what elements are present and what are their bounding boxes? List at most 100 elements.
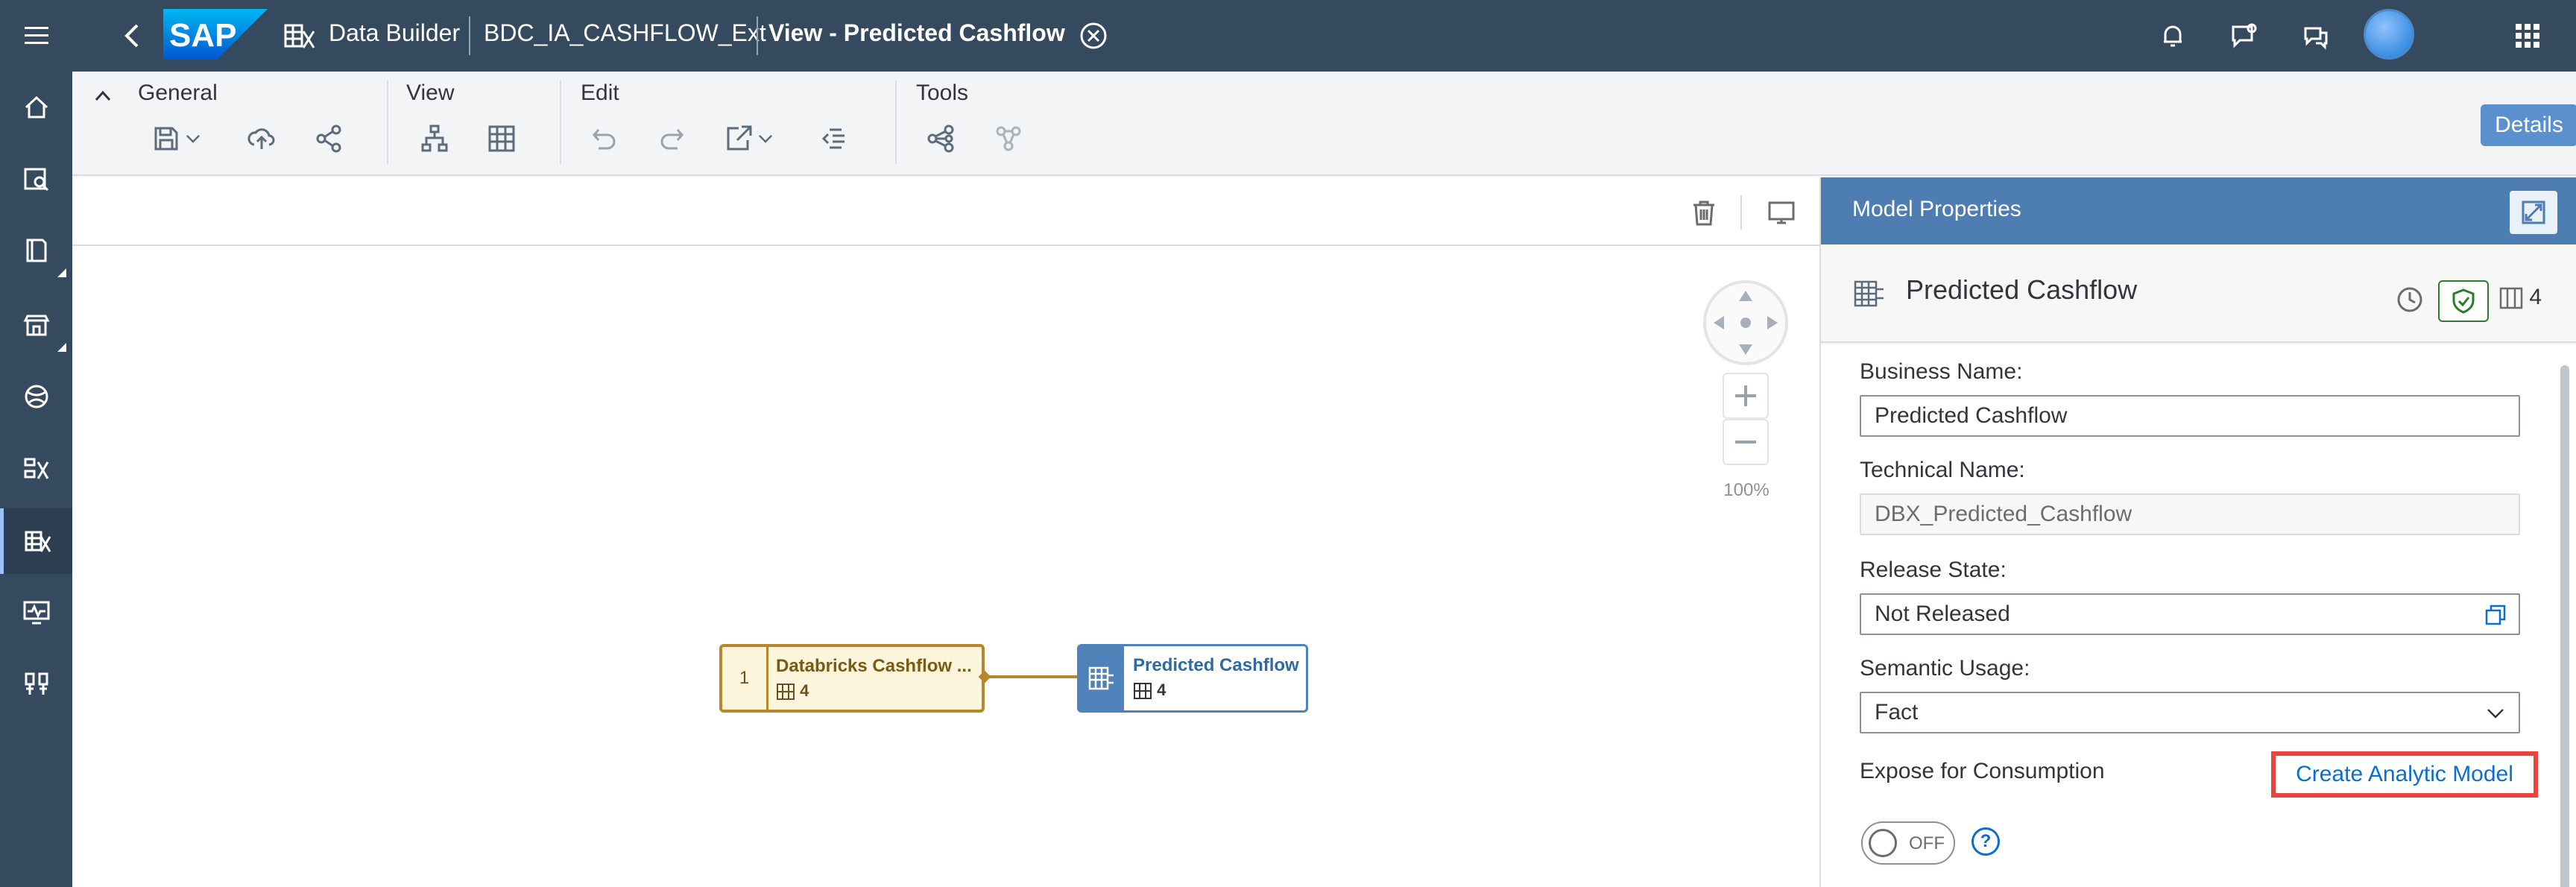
technical-name-label: Technical Name:: [1860, 458, 2025, 482]
diagram-canvas[interactable]: 100% 1 Databricks Cashflow ... 4 Predict…: [72, 177, 1819, 887]
sap-logo[interactable]: SAP: [163, 9, 268, 60]
details-button[interactable]: Details: [2481, 104, 2576, 146]
toolbar-separator: [895, 81, 897, 164]
panel-header-title: Model Properties: [1852, 197, 2021, 221]
catalog-search-icon[interactable]: [0, 146, 72, 212]
editor-toolbar: General View Edit Tools Details: [72, 72, 2576, 176]
release-state-value: Not Released: [1875, 602, 2010, 626]
impact-analysis-icon[interactable]: [986, 116, 1031, 161]
feedback-icon[interactable]: [2225, 16, 2264, 55]
toolbar-group-tools: Tools: [916, 81, 969, 105]
repository-icon[interactable]: [0, 218, 72, 283]
business-name-label: Business Name:: [1860, 359, 2023, 384]
node-connector: [985, 675, 1077, 678]
canvas-toolbar: [72, 177, 1819, 246]
view-table-icon: [1079, 646, 1124, 710]
breadcrumb-space[interactable]: BDC_IA_CASHFLOW_Ext: [484, 19, 766, 47]
data-integration-monitor-icon[interactable]: [0, 580, 72, 645]
toolbar-separator: [387, 81, 388, 164]
release-state-input[interactable]: Not Released: [1860, 593, 2520, 635]
collapse-toolbar-chevron-icon[interactable]: [90, 83, 116, 109]
data-builder-icon[interactable]: [0, 508, 72, 574]
columns-icon: [1134, 683, 1152, 700]
left-nav: [0, 0, 72, 887]
semantic-onboarding-icon[interactable]: [0, 364, 72, 429]
connections-icon[interactable]: [0, 651, 72, 717]
lineage-icon[interactable]: [919, 116, 964, 161]
chevron-down-icon[interactable]: [2483, 701, 2508, 726]
pan-navigation-control[interactable]: [1703, 280, 1788, 365]
sap-logo-text: SAP: [169, 17, 236, 54]
target-node-column-count: 4: [1133, 681, 1166, 700]
breadcrumb-separator: [469, 16, 470, 55]
breadcrumb-separator: [757, 16, 758, 55]
undo-icon[interactable]: [582, 116, 627, 161]
data-builder-app-icon: [281, 16, 320, 55]
zoom-out-button[interactable]: [1723, 419, 1769, 465]
target-node-count-text: 4: [1157, 681, 1167, 699]
toolbar-group-edit: Edit: [581, 81, 619, 105]
object-header: Predicted Cashflow 4: [1821, 244, 2576, 343]
source-node-count-text: 4: [800, 681, 809, 700]
marketplace-icon[interactable]: [0, 292, 72, 358]
save-dropdown-chevron-icon[interactable]: [180, 116, 206, 161]
source-node-column-count: 4: [776, 681, 809, 701]
object-column-count-text: 4: [2529, 285, 2542, 309]
preview-monitor-icon[interactable]: [1763, 194, 1800, 231]
support-chat-icon[interactable]: [2296, 16, 2335, 55]
toolbar-separator: [560, 81, 561, 164]
object-column-count: 4: [2499, 285, 2542, 310]
panel-scrollbar[interactable]: [2560, 365, 2569, 887]
business-builder-icon[interactable]: [0, 435, 72, 501]
redo-icon[interactable]: [649, 116, 694, 161]
deploy-icon[interactable]: [239, 116, 284, 161]
history-clock-icon[interactable]: [2395, 285, 2425, 315]
hierarchy-view-icon[interactable]: [412, 116, 457, 161]
model-properties-panel: Model Properties Predicted Cashflow 4 Bu…: [1819, 177, 2576, 887]
release-state-label: Release State:: [1860, 558, 2007, 582]
source-node-title: Databricks Cashflow ...: [776, 656, 972, 676]
shell-bar: SAP Data Builder BDC_IA_CASHFLOW_Ext Vie…: [72, 0, 2576, 72]
expand-panel-icon[interactable]: [2510, 191, 2557, 234]
share-icon[interactable]: [306, 116, 351, 161]
source-node-databricks-cashflow[interactable]: 1 Databricks Cashflow ... 4: [719, 644, 985, 713]
create-analytic-model-link[interactable]: Create Analytic Model: [2271, 751, 2538, 798]
home-icon[interactable]: [0, 75, 72, 140]
app-launcher-grid-icon[interactable]: [2508, 16, 2547, 55]
value-help-copy-icon[interactable]: [2483, 602, 2508, 628]
breadcrumb-app[interactable]: Data Builder: [329, 19, 460, 47]
columns-icon: [777, 684, 795, 701]
object-name: Predicted Cashflow: [1906, 274, 2138, 305]
validation-shield-icon[interactable]: [2438, 280, 2489, 322]
expose-for-consumption-switch[interactable]: OFF: [1861, 821, 1955, 865]
delete-icon[interactable]: [1685, 194, 1723, 231]
sort-order-icon[interactable]: [813, 116, 858, 161]
switch-knob: [1869, 829, 1897, 857]
zoom-level: 100%: [1723, 480, 1770, 500]
semantic-usage-value: Fact: [1875, 700, 1919, 725]
export-dropdown-chevron-icon[interactable]: [752, 116, 779, 161]
target-node-title: Predicted Cashflow: [1133, 655, 1299, 675]
source-node-index: 1: [722, 647, 768, 710]
toolbar-group-general: General: [138, 81, 218, 105]
semantic-usage-select[interactable]: Fact: [1860, 692, 2520, 733]
semantic-usage-label: Semantic Usage:: [1860, 656, 2030, 681]
user-avatar[interactable]: [2364, 9, 2414, 60]
view-table-icon: [1852, 276, 1887, 310]
table-view-icon[interactable]: [479, 116, 524, 161]
view-title: View - Predicted Cashflow: [768, 19, 1065, 46]
zoom-in-button[interactable]: [1723, 373, 1769, 419]
close-view-icon[interactable]: [1074, 16, 1113, 55]
expose-for-consumption-label: Expose for Consumption: [1860, 759, 2105, 783]
notifications-icon[interactable]: [2153, 16, 2192, 55]
business-name-input[interactable]: Predicted Cashflow: [1860, 395, 2520, 437]
menu-icon[interactable]: [0, 3, 72, 69]
canvas-toolbar-separator: [1740, 195, 1742, 230]
target-node-predicted-cashflow[interactable]: Predicted Cashflow 4: [1077, 644, 1308, 713]
back-button[interactable]: [110, 13, 154, 58]
technical-name-input[interactable]: DBX_Predicted_Cashflow: [1860, 493, 2520, 535]
question-mark-help-icon[interactable]: ?: [1972, 827, 2000, 856]
switch-state-text: OFF: [1909, 833, 1945, 853]
panel-header: Model Properties: [1821, 177, 2576, 244]
toolbar-group-view: View: [406, 81, 455, 105]
